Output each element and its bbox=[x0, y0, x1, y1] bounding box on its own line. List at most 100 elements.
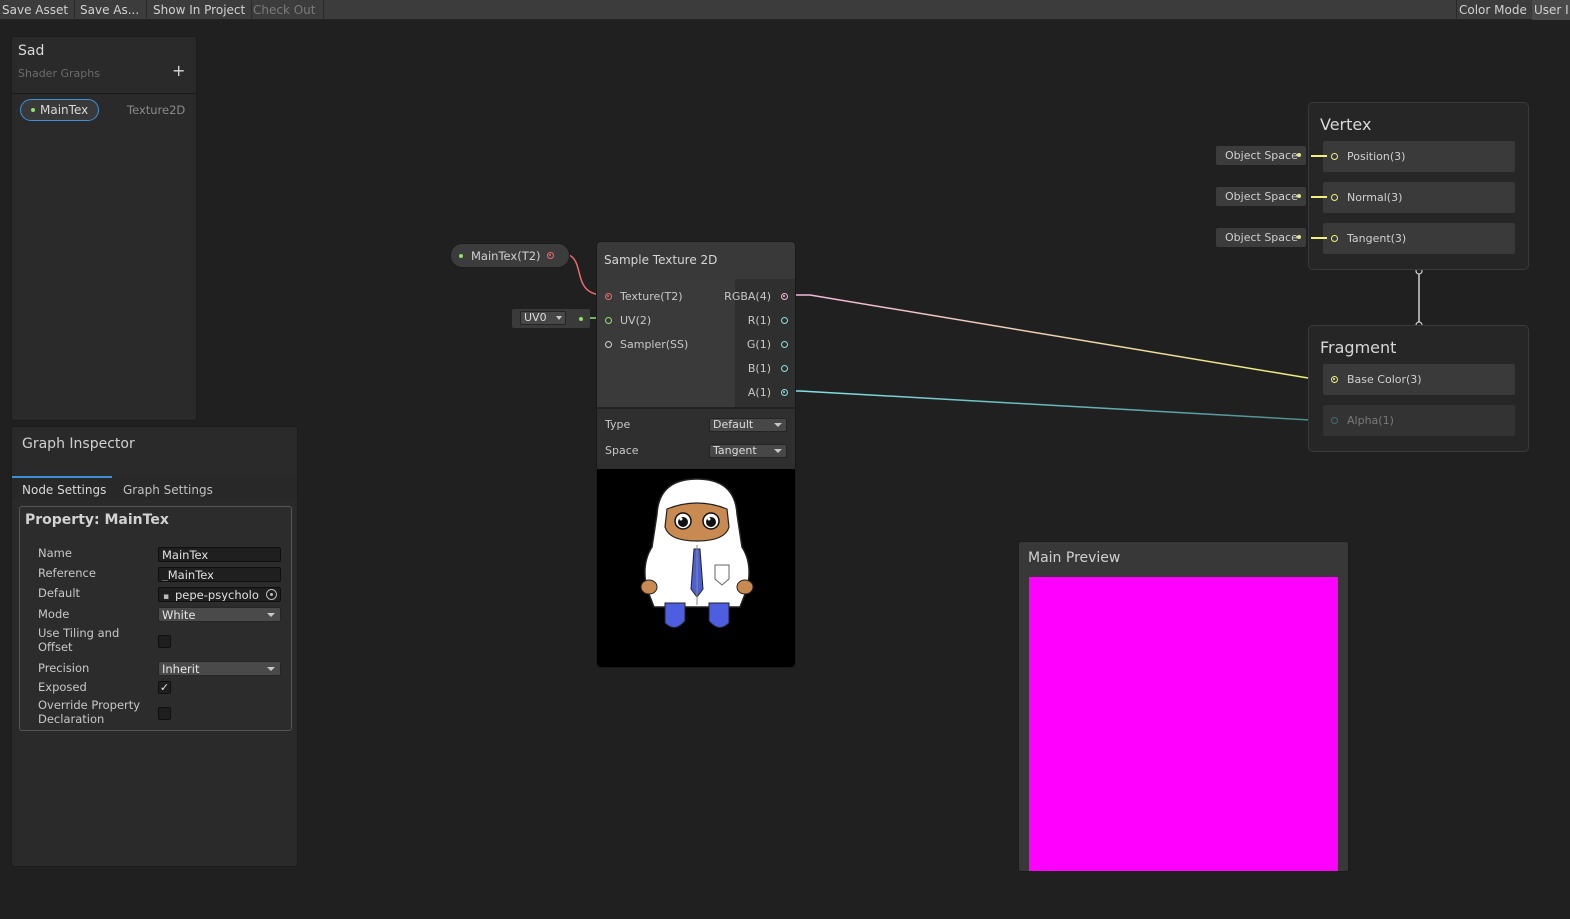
precision-value: Inherit bbox=[162, 662, 200, 676]
property-type: Texture2D bbox=[127, 103, 186, 117]
r-output-port[interactable] bbox=[781, 317, 788, 324]
checkmark-icon: ✓ bbox=[159, 681, 170, 694]
mode-dropdown[interactable]: White bbox=[158, 607, 281, 622]
fragment-slot-alpha[interactable]: Alpha(1) bbox=[1323, 405, 1515, 436]
uv-input-node[interactable]: UV0 bbox=[512, 309, 590, 328]
tiling-label-line2: Offset bbox=[38, 640, 73, 654]
property-node-maintex[interactable]: MainTex(T2) bbox=[450, 243, 570, 268]
sampler-input-port[interactable] bbox=[605, 341, 612, 348]
vertex-title: Vertex bbox=[1320, 115, 1372, 134]
type-value: Default bbox=[713, 418, 754, 431]
normal-label: Normal(3) bbox=[1347, 191, 1403, 204]
basecolor-label: Base Color(3) bbox=[1347, 373, 1422, 386]
object-picker-icon[interactable] bbox=[266, 589, 277, 600]
tiling-label: Use Tiling and Offset bbox=[38, 626, 119, 654]
object-space-label: Object Space bbox=[1225, 149, 1298, 162]
precision-dropdown[interactable]: Inherit bbox=[158, 661, 281, 676]
name-field[interactable]: MainTex bbox=[158, 547, 281, 562]
main-preview-render[interactable] bbox=[1029, 577, 1338, 871]
default-texture-value: pepe-psycholo bbox=[175, 588, 259, 602]
position-port[interactable] bbox=[1331, 153, 1338, 160]
inspector-title: Graph Inspector bbox=[22, 436, 135, 452]
tiling-label-line1: Use Tiling and bbox=[38, 626, 120, 640]
alpha-port[interactable] bbox=[1331, 417, 1338, 424]
save-asset-button[interactable]: Save Asset bbox=[0, 0, 75, 20]
property-pill-maintex[interactable]: MainTex bbox=[20, 99, 99, 121]
fragment-slot-basecolor[interactable]: Base Color(3) bbox=[1323, 364, 1515, 395]
main-preview-panel[interactable]: Main Preview bbox=[1018, 541, 1349, 872]
object-space-normal[interactable]: Object Space bbox=[1216, 187, 1306, 206]
b-output-label: B(1) bbox=[747, 362, 771, 375]
property-dot-icon bbox=[459, 254, 463, 258]
tab-node-settings[interactable]: Node Settings bbox=[12, 476, 112, 500]
uv-input-port[interactable] bbox=[605, 317, 612, 324]
check-out-button[interactable]: Check Out bbox=[251, 0, 324, 20]
g-output-label: G(1) bbox=[746, 338, 771, 351]
vertex-slot-normal[interactable]: Normal(3) bbox=[1323, 182, 1515, 213]
a-output-label: A(1) bbox=[747, 386, 771, 399]
reference-field[interactable]: _MainTex bbox=[158, 567, 281, 582]
texture-output-port[interactable] bbox=[547, 252, 554, 259]
tangent-port[interactable] bbox=[1331, 235, 1338, 242]
alpha-label: Alpha(1) bbox=[1347, 414, 1394, 427]
vertex-slot-position[interactable]: Position(3) bbox=[1323, 141, 1515, 172]
type-label: Type bbox=[605, 418, 631, 431]
blackboard-subtitle: Shader Graphs bbox=[18, 67, 100, 80]
g-output-port[interactable] bbox=[781, 341, 788, 348]
section-title: Property: MainTex bbox=[25, 512, 169, 528]
input-ports: Texture(T2) UV(2) Sampler(SS) bbox=[597, 279, 735, 407]
property-section: Property: MainTex Name MainTex Reference… bbox=[19, 506, 292, 731]
graph-inspector-panel: Graph Inspector Node Settings Graph Sett… bbox=[11, 426, 298, 867]
character-sprite-image bbox=[640, 478, 754, 628]
fragment-title: Fragment bbox=[1320, 338, 1397, 357]
property-node-label: MainTex(T2) bbox=[471, 249, 541, 263]
default-texture-field[interactable]: ▪ pepe-psycholo bbox=[158, 587, 281, 602]
show-in-project-button[interactable]: Show In Project bbox=[151, 0, 252, 20]
object-space-label: Object Space bbox=[1225, 231, 1298, 244]
vertex-context[interactable]: Vertex Position(3) Normal(3) Tangent(3) bbox=[1308, 102, 1529, 270]
user-button[interactable]: User I bbox=[1532, 0, 1570, 20]
tab-node-settings-label: Node Settings bbox=[22, 483, 107, 497]
rgba-output-label: RGBA(4) bbox=[724, 290, 771, 303]
fragment-context[interactable]: Fragment Base Color(3) Alpha(1) bbox=[1308, 325, 1529, 452]
uv-dot-icon bbox=[579, 317, 583, 321]
rgba-output-port[interactable] bbox=[781, 293, 788, 300]
basecolor-port[interactable] bbox=[1331, 376, 1338, 383]
b-output-port[interactable] bbox=[781, 365, 788, 372]
edge-alpha bbox=[788, 390, 1330, 421]
output-ports: RGBA(4) R(1) G(1) B(1) A(1) bbox=[724, 279, 795, 407]
mode-label: Mode bbox=[38, 607, 70, 621]
space-dropdown[interactable]: Tangent bbox=[709, 444, 787, 458]
vertex-slot-tangent[interactable]: Tangent(3) bbox=[1323, 223, 1515, 254]
uv-channel-dropdown[interactable]: UV0 bbox=[520, 311, 566, 325]
tiling-checkbox[interactable] bbox=[158, 635, 171, 648]
normal-port[interactable] bbox=[1331, 194, 1338, 201]
chevron-down-icon bbox=[267, 667, 275, 671]
node-preview bbox=[597, 469, 795, 667]
edge-normal bbox=[1311, 196, 1327, 198]
object-space-tangent[interactable]: Object Space bbox=[1216, 228, 1306, 247]
sample-texture-2d-node[interactable]: Sample Texture 2D Texture(T2) UV(2) Samp… bbox=[596, 241, 796, 668]
override-label: Override Property Declaration bbox=[38, 698, 140, 726]
tab-graph-settings-label: Graph Settings bbox=[123, 483, 213, 497]
object-space-label: Object Space bbox=[1225, 190, 1298, 203]
node-header[interactable]: Sample Texture 2D bbox=[597, 242, 795, 279]
texture-input-port[interactable] bbox=[605, 293, 612, 300]
node-title: Sample Texture 2D bbox=[604, 253, 718, 267]
object-space-position[interactable]: Object Space bbox=[1216, 146, 1306, 165]
tab-graph-settings[interactable]: Graph Settings bbox=[113, 476, 223, 500]
override-checkbox[interactable] bbox=[158, 707, 171, 720]
edge-tangent bbox=[1311, 237, 1327, 239]
chevron-down-icon bbox=[774, 449, 782, 453]
position-label: Position(3) bbox=[1347, 150, 1406, 163]
exposed-checkbox[interactable]: ✓ bbox=[158, 681, 171, 694]
inspector-tabs: Node Settings Graph Settings bbox=[12, 476, 297, 500]
a-output-port[interactable] bbox=[781, 389, 788, 396]
type-dropdown[interactable]: Default bbox=[709, 418, 787, 432]
sampler-input-label: Sampler(SS) bbox=[620, 338, 689, 351]
save-as-button[interactable]: Save As... bbox=[78, 0, 147, 20]
plus-icon[interactable]: + bbox=[172, 61, 185, 80]
color-mode-button[interactable]: Color Mode bbox=[1456, 0, 1535, 20]
r-output-label: R(1) bbox=[747, 314, 771, 327]
exposed-label: Exposed bbox=[38, 680, 87, 694]
